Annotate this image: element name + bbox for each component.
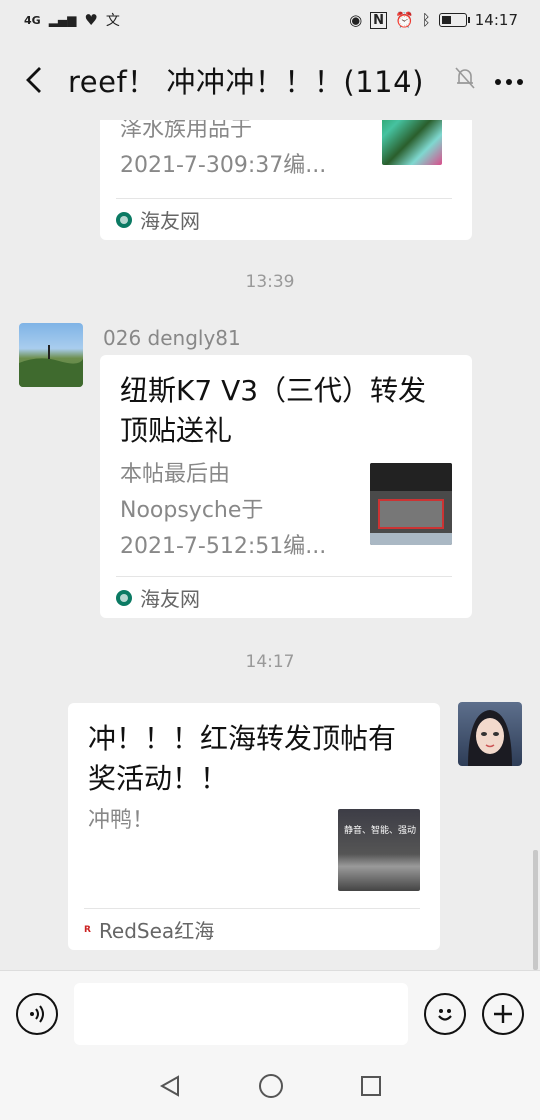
chat-header: reef！ 冲冲冲！！！(114) <box>0 40 540 120</box>
input-bar <box>0 970 540 1056</box>
nav-recents-icon[interactable] <box>360 1075 382 1101</box>
message-list[interactable]: 泽水族用品于 2021-7-309:37编... 海友网 13:39 026 d… <box>0 120 540 970</box>
nav-back-icon[interactable] <box>158 1074 182 1102</box>
redsea-logo-icon: R <box>84 924 91 935</box>
nfc-icon: N <box>370 11 388 29</box>
heart-icon: ♥ <box>84 11 98 29</box>
add-icon[interactable] <box>482 992 524 1035</box>
more-icon[interactable] <box>494 71 524 90</box>
avatar[interactable] <box>19 323 83 387</box>
app-notification-icon: 文 <box>105 13 120 29</box>
message-input[interactable] <box>74 982 408 1045</box>
scrollbar[interactable] <box>533 850 538 970</box>
timestamp: 13:39 <box>245 272 295 292</box>
card-thumbnail <box>370 463 452 545</box>
link-card[interactable]: 泽水族用品于 2021-7-309:37编... 海友网 <box>100 120 472 240</box>
card-description: 泽水族用品于 2021-7-309:37编... <box>120 120 327 178</box>
card-description: 冲鸭！ <box>88 808 155 833</box>
emoji-icon[interactable] <box>424 992 466 1035</box>
card-source: 海友网 <box>116 576 452 618</box>
bluetooth-icon: ᛒ <box>421 11 431 29</box>
link-card[interactable]: 纽斯K7 V3（三代）转发 顶贴送礼 本帖最后由 Noopsyche于 2021… <box>100 355 472 618</box>
nav-home-icon[interactable] <box>258 1073 284 1103</box>
eye-icon: ◉ <box>349 11 363 29</box>
timestamp: 14:17 <box>245 652 295 672</box>
card-description: 本帖最后由 Noopsyche于 2021-7-512:51编... <box>120 462 327 559</box>
network-indicator: 4G <box>24 13 41 27</box>
card-source: R RedSea红海 <box>84 908 420 950</box>
battery-icon <box>438 13 470 27</box>
haiyou-logo-icon <box>116 211 132 228</box>
haiyou-logo-icon <box>116 589 132 606</box>
link-card[interactable]: 冲！！！红海转发顶帖有 奖活动！！ 冲鸭！ 静音、智能、强动 R RedSea红… <box>68 703 440 950</box>
chat-title: reef！ 冲冲冲！！！(114) <box>68 65 424 99</box>
alarm-icon: ⏰ <box>395 11 414 29</box>
mute-bell-icon <box>454 66 476 94</box>
card-thumbnail: 静音、智能、强动 <box>338 809 420 891</box>
status-time: 14:17 <box>474 11 518 29</box>
own-avatar[interactable] <box>458 702 522 766</box>
voice-icon[interactable] <box>16 992 58 1035</box>
sender-name: 026 dengly81 <box>103 326 241 350</box>
card-source: 海友网 <box>116 198 452 240</box>
back-icon[interactable] <box>16 62 52 98</box>
card-thumbnail <box>382 120 442 165</box>
card-title: 冲！！！红海转发顶帖有 奖活动！！ <box>88 722 397 795</box>
status-bar: 4G ▂▄▆ ♥ 文 ◉ N ⏰ ᛒ 14:17 <box>0 0 540 40</box>
signal-icon: ▂▄▆ <box>48 13 77 27</box>
card-title: 纽斯K7 V3（三代）转发 顶贴送礼 <box>120 374 427 447</box>
system-nav-bar <box>0 1056 540 1120</box>
